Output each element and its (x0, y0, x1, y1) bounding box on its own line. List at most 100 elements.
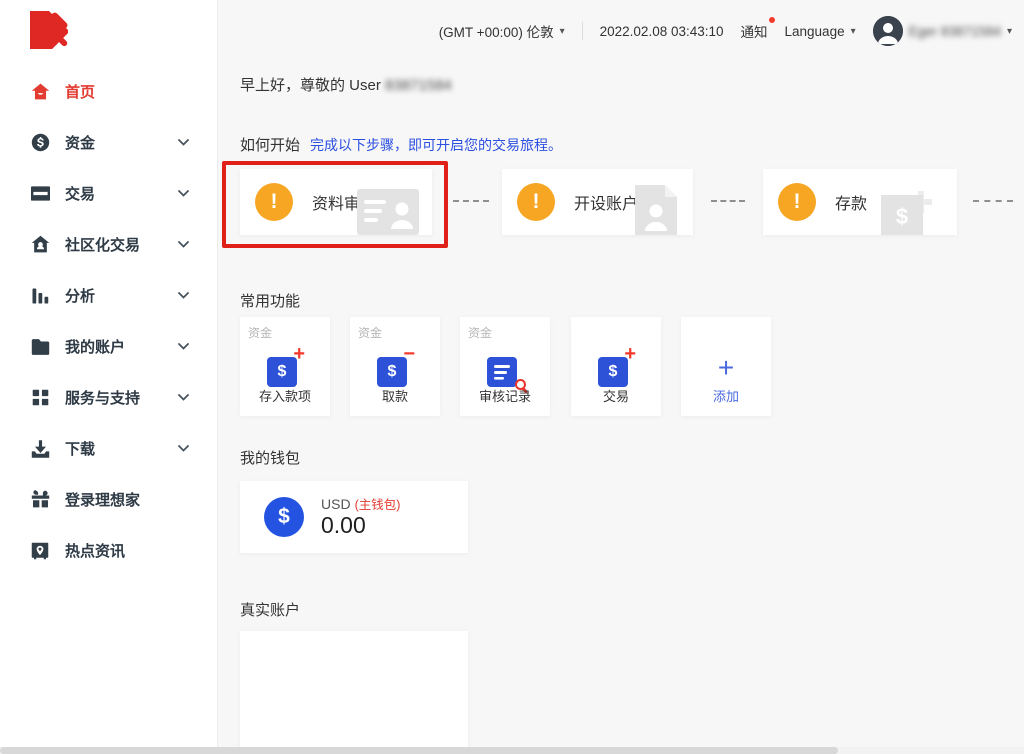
chevron-down-icon (178, 394, 189, 401)
plus-badge-icon: + (624, 345, 636, 363)
audit-records-icon (485, 349, 525, 387)
greeting: 早上好，尊敬的 User 83871584 (240, 74, 452, 95)
sidebar-item-community-trading[interactable]: 社区化交易 (0, 219, 217, 270)
sidebar-item-label: 社区化交易 (65, 234, 140, 255)
sidebar-item-my-account[interactable]: 我的账户 (0, 321, 217, 372)
timezone-selector[interactable]: (GMT +00:00) 伦敦 ▾ (439, 21, 565, 41)
home-icon (30, 82, 50, 102)
real-account-card-empty (240, 631, 468, 747)
user-menu[interactable]: Eger 83871584 ▾ (873, 16, 1012, 46)
topbar-divider (582, 22, 583, 40)
notifications-button[interactable]: 通知 (741, 21, 768, 41)
folder-icon (30, 337, 50, 357)
sidebar-item-label: 服务与支持 (65, 387, 140, 408)
sidebar-item-services-support[interactable]: 服务与支持 (0, 372, 217, 423)
sidebar-item-analysis[interactable]: 分析 (0, 270, 217, 321)
sidebar-item-rewards[interactable]: 登录理想家 (0, 474, 217, 525)
funds-dollar-icon (30, 133, 50, 153)
grid-icon (30, 388, 50, 408)
step-connector-dashed (453, 200, 489, 202)
horizontal-scrollbar (0, 747, 1024, 754)
location-pin-icon (30, 541, 50, 561)
step-connector-dashed (711, 200, 745, 202)
language-selector[interactable]: Language ▾ (785, 24, 856, 39)
quick-card-label: 交易 (571, 386, 661, 405)
quick-card-label: 存入款项 (240, 386, 330, 405)
id-card-illustration (357, 189, 419, 235)
real-accounts-title: 真实账户 (240, 599, 300, 620)
quick-card-withdraw[interactable]: 资金 $ − 取款 (350, 317, 440, 416)
chevron-down-icon (178, 190, 189, 197)
sidebar-item-hot-news[interactable]: 热点资讯 (0, 525, 217, 576)
gift-icon (30, 490, 50, 510)
step-connector-dashed (973, 200, 1013, 202)
usd-wallet-icon: $ (264, 497, 304, 537)
svg-text:$: $ (896, 204, 908, 229)
onboarding-header: 如何开始完成以下步骤，即可开启您的交易旅程。 (240, 134, 562, 155)
wallet-section-title: 我的钱包 (240, 447, 300, 468)
sidebar-item-label: 首页 (65, 81, 95, 102)
sidebar-item-download[interactable]: 下载 (0, 423, 217, 474)
sidebar-item-label: 热点资讯 (65, 540, 125, 561)
quick-card-deposit[interactable]: 资金 $ + 存入款项 (240, 317, 330, 416)
dashboard-page: 首页 资金 交易 (0, 0, 1024, 754)
sidebar-item-label: 分析 (65, 285, 95, 306)
quick-card-label: 取款 (350, 386, 440, 405)
topbar: (GMT +00:00) 伦敦 ▾ 2022.02.08 03:43:10 通知… (218, 0, 1024, 62)
bar-chart-icon (30, 286, 50, 306)
wallet-currency: USD(主钱包) (321, 494, 400, 513)
sidebar-menu: 首页 资金 交易 (0, 66, 217, 576)
community-house-icon (30, 235, 50, 255)
brand-logo-icon[interactable] (30, 11, 68, 49)
step-label: 开设账户 (574, 190, 638, 214)
sidebar-item-home[interactable]: 首页 (0, 66, 217, 117)
onboarding-subtitle-link[interactable]: 完成以下步骤，即可开启您的交易旅程。 (310, 137, 562, 153)
step-card-verification[interactable]: ! 资料审核 (240, 169, 432, 235)
greeting-text: 早上好，尊敬的 User (240, 77, 381, 94)
step-label: 存款 (835, 190, 867, 214)
caret-down-icon: ▾ (851, 26, 856, 37)
sidebar-item-label: 我的账户 (65, 336, 125, 357)
step-card-open-account[interactable]: ! 开设账户 (502, 169, 693, 235)
caret-down-icon: ▾ (560, 26, 565, 37)
sidebar-item-label: 下载 (65, 438, 95, 459)
warning-exclaim-icon: ! (778, 183, 816, 221)
wallet-balance: 0.00 (321, 512, 366, 539)
greeting-user-id-masked: 83871584 (385, 77, 452, 94)
avatar (873, 16, 903, 46)
trade-icon: $ + (596, 349, 636, 387)
quick-functions-title: 常用功能 (240, 290, 300, 311)
quick-card-add[interactable]: + 添加 (681, 317, 771, 416)
quick-card-label: 审核记录 (460, 386, 550, 405)
wallet-card[interactable]: $ USD(主钱包) 0.00 (240, 481, 468, 553)
quick-card-audit-records[interactable]: 资金 审核记录 (460, 317, 550, 416)
deposit-icon: $ + (265, 349, 305, 387)
sidebar-item-trade[interactable]: 交易 (0, 168, 217, 219)
server-datetime: 2022.02.08 03:43:10 (600, 24, 724, 39)
add-plus-icon: + (718, 354, 734, 382)
caret-down-icon: ▾ (1007, 26, 1012, 37)
warning-exclaim-icon: ! (255, 183, 293, 221)
deposit-money-illustration: $ (881, 183, 939, 235)
main-content: 早上好，尊敬的 User 83871584 如何开始完成以下步骤，即可开启您的交… (218, 0, 1024, 754)
sidebar: 首页 资金 交易 (0, 0, 218, 747)
scrollbar-thumb[interactable] (0, 747, 838, 754)
card-category-label: 资金 (468, 324, 492, 341)
timezone-label: (GMT +00:00) 伦敦 (439, 21, 554, 41)
chevron-down-icon (178, 292, 189, 299)
quick-card-trade[interactable]: $ + 交易 (571, 317, 661, 416)
chevron-down-icon (178, 139, 189, 146)
sidebar-item-funds[interactable]: 资金 (0, 117, 217, 168)
card-icon (30, 184, 50, 204)
datetime-label: 2022.02.08 03:43:10 (600, 24, 724, 39)
step-card-deposit[interactable]: ! 存款 $ (763, 169, 957, 235)
card-category-label: 资金 (358, 324, 382, 341)
language-label: Language (785, 24, 845, 39)
download-icon (30, 439, 50, 459)
main-wallet-tag: (主钱包) (355, 498, 401, 512)
sidebar-item-label: 登录理想家 (65, 489, 140, 510)
username-masked: Eger 83871584 (909, 24, 1001, 39)
chevron-down-icon (178, 241, 189, 248)
quick-card-label: 添加 (681, 386, 771, 405)
onboarding-title: 如何开始 (240, 137, 300, 154)
